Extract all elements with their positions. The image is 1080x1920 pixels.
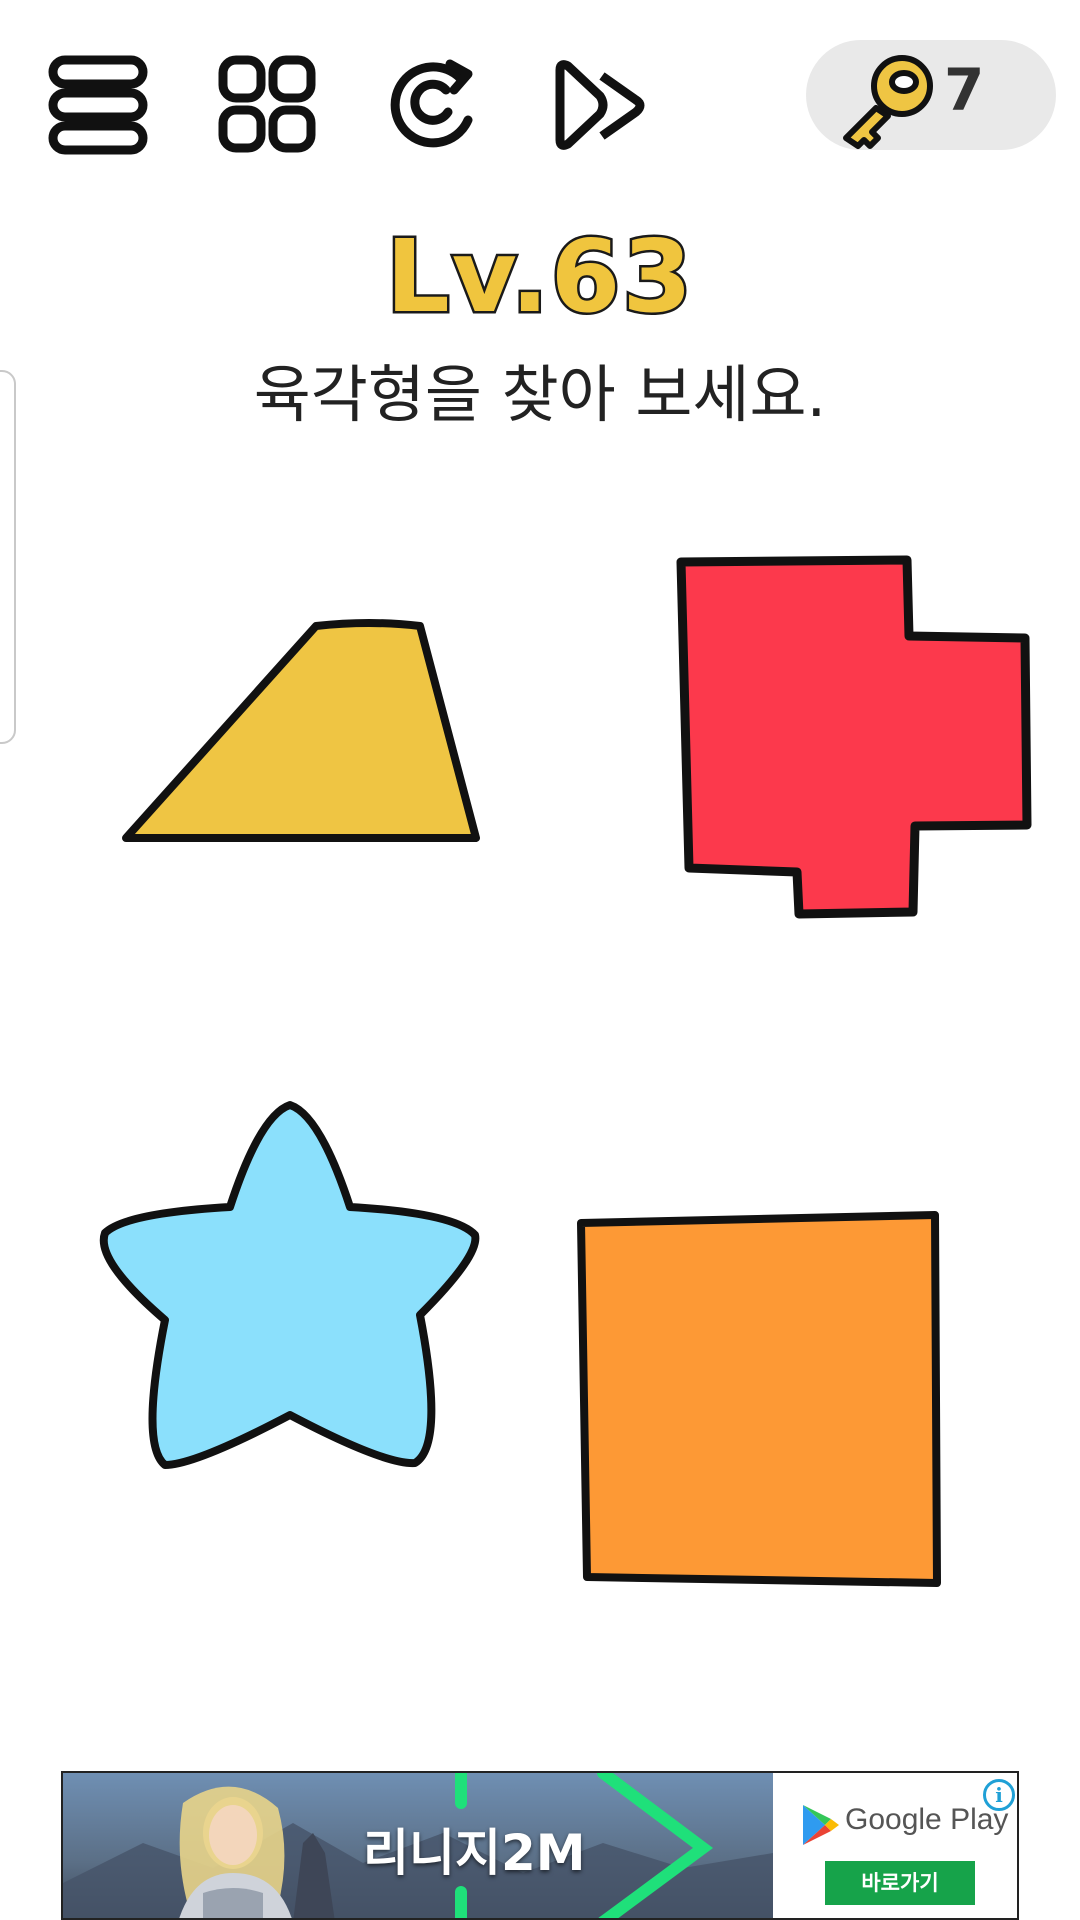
menu-lines-icon [48, 55, 148, 155]
side-drawer-handle[interactable] [0, 370, 16, 744]
skip-button[interactable] [548, 50, 658, 160]
google-play-icon [803, 1805, 839, 1845]
fast-forward-icon [555, 60, 645, 150]
trapezoid-shape[interactable] [120, 610, 485, 850]
menu-button[interactable] [45, 50, 155, 160]
game-screen: 7 Lv.63 육각형을 찾아 보세요. 리니지2M Google Play 바… [0, 0, 1080, 1920]
question-text: 육각형을 찾아 보세요. [253, 358, 827, 431]
square-shape[interactable] [575, 1205, 945, 1595]
cross-polygon-shape[interactable] [675, 550, 1045, 930]
ad-store-panel[interactable]: Google Play 바로가기 i [773, 1773, 1017, 1918]
restart-icon [390, 59, 473, 148]
ad-image[interactable]: 리니지2M [63, 1773, 773, 1918]
ad-title: 리니지2M [363, 1824, 586, 1882]
star-shape[interactable] [95, 1095, 485, 1475]
ad-cta-button[interactable]: 바로가기 [825, 1861, 975, 1905]
hint-key-counter[interactable]: 7 [806, 40, 1056, 150]
levels-button[interactable] [213, 50, 323, 160]
key-icon [843, 55, 933, 149]
restart-button[interactable] [380, 50, 490, 160]
level-title: Lv.63 [384, 218, 695, 335]
store-label: Google Play [845, 1803, 1009, 1836]
info-icon[interactable]: i [983, 1779, 1015, 1811]
grid-icon [218, 55, 316, 153]
ad-banner[interactable]: 리니지2M Google Play 바로가기 i [61, 1771, 1019, 1920]
hint-count: 7 [944, 56, 985, 124]
